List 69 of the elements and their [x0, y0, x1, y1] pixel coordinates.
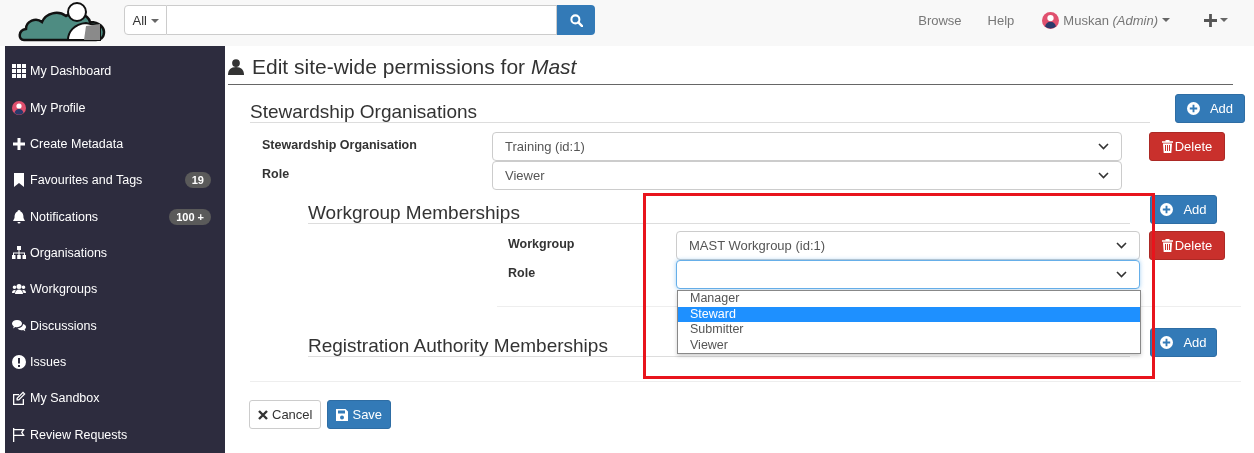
hierarchy-icon	[12, 245, 26, 260]
page-title: Edit site-wide permissions for Mast	[252, 55, 577, 79]
delete-button[interactable]: Delete	[1149, 132, 1225, 161]
add-button[interactable]: Add	[1175, 94, 1245, 123]
add-button[interactable]: Add	[1150, 328, 1217, 357]
sidebar-item[interactable]: My Profile	[5, 89, 225, 126]
field-label: Role	[508, 265, 537, 280]
sidebar-item[interactable]: Issues	[5, 343, 225, 381]
user-menu[interactable]: Muskan (Admin)	[1042, 11, 1170, 29]
caret-icon	[1162, 18, 1170, 22]
sidebar-item[interactable]: Notifications 100 +	[5, 198, 225, 235]
bell-icon	[12, 209, 26, 224]
user-icon	[228, 59, 244, 75]
bookmark-icon	[12, 173, 26, 188]
chevron-icon	[1098, 143, 1109, 150]
caret-icon	[150, 19, 159, 24]
select-field[interactable]	[676, 260, 1140, 289]
section-heading: Workgroup Memberships	[308, 195, 1130, 224]
users-icon	[12, 282, 26, 297]
plus-circle-icon	[1186, 102, 1200, 115]
trash-icon	[1161, 239, 1173, 252]
chevron-icon	[1116, 242, 1127, 249]
search-icon	[569, 13, 583, 27]
add-menu[interactable]	[1204, 13, 1228, 27]
avatar-icon	[12, 100, 26, 115]
nav-link[interactable]: Browse	[918, 12, 962, 28]
plus-circle-icon	[1160, 203, 1174, 216]
grid-icon	[12, 64, 26, 79]
sidebar-item[interactable]: Organisations	[5, 234, 225, 272]
delete-button[interactable]: Delete	[1149, 231, 1225, 260]
chevron-icon	[1116, 271, 1127, 278]
plus-icon	[12, 136, 26, 151]
close-icon	[258, 409, 268, 420]
select-field[interactable]: MAST Workgroup (id:1)	[676, 231, 1140, 260]
plus-circle-icon	[1160, 336, 1174, 349]
chat-icon	[12, 318, 26, 333]
search-button[interactable]	[557, 5, 595, 35]
select-field[interactable]: Viewer	[492, 161, 1122, 190]
caret-icon	[1220, 18, 1228, 22]
nav-link[interactable]: Help	[987, 12, 1015, 28]
select-field[interactable]: Training (id:1)	[492, 132, 1122, 161]
search-scope-dropdown[interactable]: All	[124, 5, 167, 35]
sidebar-item[interactable]: My Dashboard	[5, 53, 225, 90]
sidebar-item[interactable]: Review Requests	[5, 416, 225, 453]
count-badge: 19	[184, 172, 211, 189]
search-field[interactable]	[167, 5, 557, 35]
avatar-icon	[1042, 11, 1060, 29]
flag-icon	[12, 427, 26, 442]
save-button[interactable]: Save	[327, 400, 392, 429]
field-label: Role	[262, 166, 291, 181]
plus-icon	[1204, 13, 1217, 27]
sidebar-item[interactable]: My Sandbox	[5, 380, 225, 417]
add-button[interactable]: Add	[1150, 195, 1217, 224]
field-label: Stewardship Organisation	[262, 137, 418, 152]
section-heading: Stewardship Organisations	[250, 94, 1150, 123]
sidebar-item[interactable]: Discussions	[5, 307, 225, 344]
dropdown-option[interactable]: Viewer	[678, 337, 1140, 353]
cancel-button[interactable]: Cancel	[249, 400, 322, 429]
field-label: Workgroup	[508, 236, 576, 251]
dropdown-option[interactable]: Manager	[678, 291, 1140, 307]
sidebar-item[interactable]: Favourites and Tags 19	[5, 162, 225, 199]
chevron-icon	[1098, 172, 1109, 179]
sidebar-item[interactable]: Create Metadata	[5, 125, 225, 163]
count-badge: 100 +	[169, 208, 211, 225]
exclamation-icon	[12, 355, 26, 370]
edit-icon	[12, 391, 26, 406]
dropdown-option[interactable]: Submitter	[678, 322, 1140, 338]
trash-icon	[1161, 140, 1173, 153]
sidebar-item[interactable]: Workgroups	[5, 271, 225, 308]
